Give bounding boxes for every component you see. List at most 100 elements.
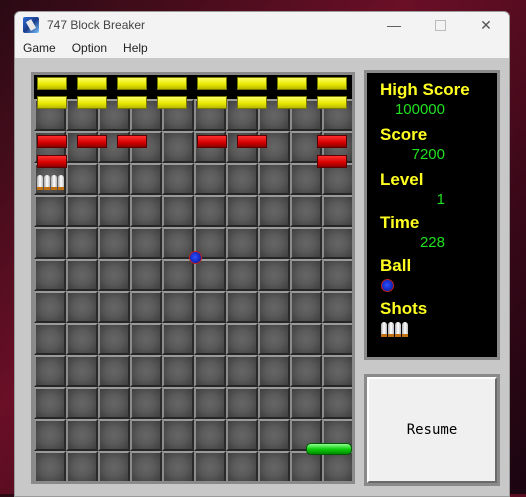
floor-tile (162, 291, 194, 323)
floor-tile (258, 451, 290, 481)
red-brick (197, 135, 227, 148)
bullet-icon (395, 322, 401, 337)
floor-tile (194, 323, 226, 355)
floor-tile (194, 195, 226, 227)
score-value: 7200 (411, 146, 445, 163)
floor-tile (162, 419, 194, 451)
high-score-value: 100000 (394, 101, 445, 118)
floor-tile (66, 259, 98, 291)
bullet-icon (44, 175, 50, 190)
floor-tile (194, 387, 226, 419)
time-label: Time (380, 213, 420, 232)
floor-tile (130, 259, 162, 291)
floor-tile (322, 451, 352, 481)
floor-tile (194, 483, 226, 484)
floor-tile (258, 291, 290, 323)
floor-tile (258, 323, 290, 355)
floor-tile (34, 483, 66, 484)
floor-tile (34, 387, 66, 419)
floor-tile (290, 355, 322, 387)
paddle[interactable] (306, 443, 352, 455)
floor-tile (162, 259, 194, 291)
ball (189, 251, 202, 264)
yellow-brick (117, 77, 147, 90)
floor-tile (34, 195, 66, 227)
floor-tile (98, 323, 130, 355)
floor-tile (98, 259, 130, 291)
floor-tile (66, 387, 98, 419)
red-brick (37, 155, 67, 168)
yellow-brick (277, 96, 307, 109)
floor-tile (66, 419, 98, 451)
floor-tile (98, 451, 130, 481)
floor-tile (98, 291, 130, 323)
floor-tile (162, 323, 194, 355)
floor-tile (322, 195, 352, 227)
window-title: 747 Block Breaker (47, 18, 146, 32)
score-label: Score (380, 125, 428, 144)
floor-tile (66, 195, 98, 227)
menu-game[interactable]: Game (15, 41, 64, 55)
shots-label: Shots (380, 299, 428, 318)
floor-tile (34, 291, 66, 323)
floor-tile (66, 163, 98, 195)
time-value: 228 (419, 234, 445, 251)
floor-tile (98, 387, 130, 419)
floor-tile (290, 451, 322, 481)
floor-tile (290, 483, 322, 484)
high-score-label: High Score (380, 80, 470, 99)
menu-help[interactable]: Help (115, 41, 156, 55)
floor-tile (162, 451, 194, 481)
floor-tile (226, 387, 258, 419)
yellow-brick (77, 77, 107, 90)
floor-tile (258, 227, 290, 259)
yellow-brick (197, 77, 227, 90)
menu-option[interactable]: Option (64, 41, 115, 55)
game-window: 747 Block Breaker — ✕ Game Option Help H (14, 11, 510, 497)
floor-tile (66, 291, 98, 323)
floor-tile (194, 259, 226, 291)
floor-tile (130, 483, 162, 484)
close-button[interactable]: ✕ (463, 12, 509, 38)
floor-tile (322, 355, 352, 387)
floor-tile (130, 451, 162, 481)
floor-tile (258, 259, 290, 291)
floor-tile (290, 291, 322, 323)
game-area: High Score 100000 Score 7200 Level 1 Tim… (15, 58, 509, 496)
floor-tile (290, 227, 322, 259)
floor-tile (322, 291, 352, 323)
floor-tile (290, 323, 322, 355)
floor-tile (258, 195, 290, 227)
floor-tile (34, 451, 66, 481)
floor-tile (258, 483, 290, 484)
yellow-brick (197, 96, 227, 109)
playfield[interactable] (31, 72, 355, 484)
minimize-button[interactable]: — (371, 12, 417, 38)
floor-tile (34, 419, 66, 451)
floor-tile (258, 163, 290, 195)
floor-tile (66, 451, 98, 481)
yellow-brick (237, 77, 267, 90)
floor-tile (162, 355, 194, 387)
floor-tile (130, 355, 162, 387)
floor-tile (162, 387, 194, 419)
menu-bar: Game Option Help (15, 38, 509, 58)
floor-tile (322, 483, 354, 484)
red-brick (77, 135, 107, 148)
floor-tile (322, 259, 352, 291)
yellow-brick (77, 96, 107, 109)
red-brick (317, 135, 347, 148)
maximize-icon (434, 19, 446, 31)
floor-tile (194, 419, 226, 451)
floor-tile (98, 195, 130, 227)
close-icon: ✕ (480, 16, 492, 33)
floor-tile (290, 387, 322, 419)
floor-tile (130, 163, 162, 195)
floor-tile (98, 419, 130, 451)
maximize-button[interactable] (417, 12, 463, 38)
yellow-brick (117, 96, 147, 109)
resume-button[interactable]: Resume (367, 377, 497, 483)
yellow-brick (157, 96, 187, 109)
title-bar[interactable]: 747 Block Breaker — ✕ (15, 12, 509, 38)
window-controls: — ✕ (371, 12, 509, 38)
